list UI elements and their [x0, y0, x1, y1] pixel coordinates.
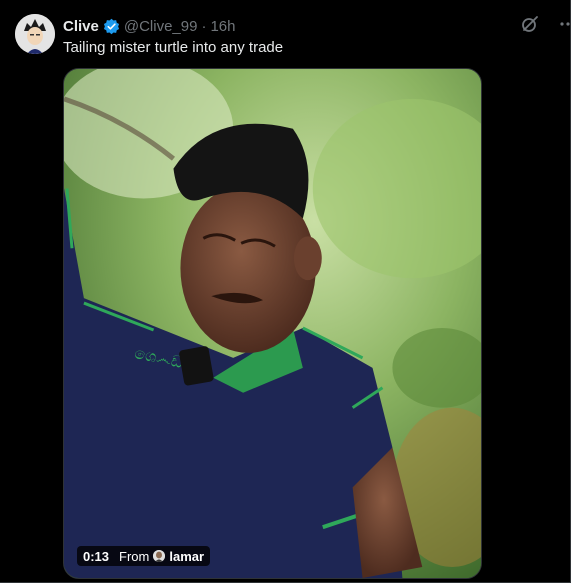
verified-badge-icon: [103, 18, 120, 35]
tweet-actions-top: [520, 14, 570, 34]
video-player[interactable]: ශෙ෴ඩ 0:13 From lamar: [63, 68, 482, 579]
video-duration: 0:13: [83, 548, 110, 564]
more-icon[interactable]: [558, 14, 570, 34]
tweet-timestamp[interactable]: 16h: [210, 18, 235, 35]
author-display-name[interactable]: Clive: [63, 18, 99, 35]
tweet-text: Tailing mister turtle into any trade: [63, 39, 284, 56]
tweet: Clive @Clive_99 · 16h Tailing mister tur: [0, 0, 571, 583]
avatar-image: [15, 14, 55, 54]
tweet-header: Clive @Clive_99 · 16h: [63, 16, 235, 36]
author-handle[interactable]: @Clive_99: [124, 18, 198, 35]
source-account-name[interactable]: lamar: [169, 549, 204, 564]
video-frame-image: ශෙ෴ඩ: [64, 69, 481, 578]
video-info-overlay: 0:13 From lamar: [77, 546, 211, 566]
source-from-label: From: [119, 548, 150, 564]
header-separator: ·: [201, 17, 207, 35]
grok-icon[interactable]: [520, 14, 540, 34]
source-avatar[interactable]: [153, 550, 166, 562]
author-avatar[interactable]: [15, 14, 55, 54]
